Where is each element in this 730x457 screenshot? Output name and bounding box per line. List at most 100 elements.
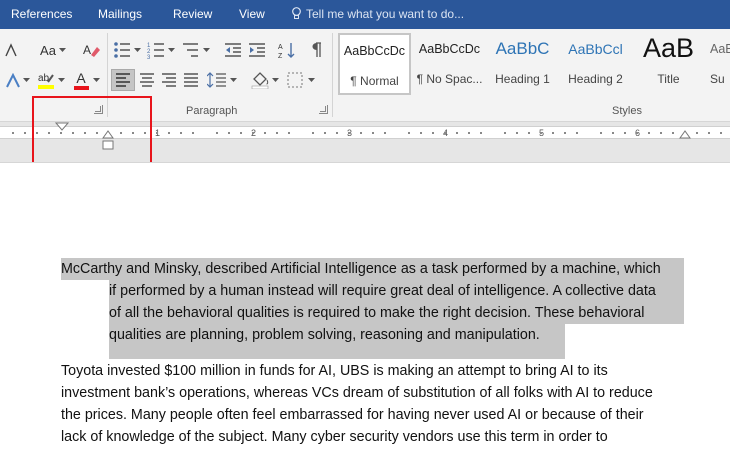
tab-references[interactable]: References [11, 7, 72, 21]
ruler-tick [372, 132, 374, 134]
style-title[interactable]: AaB Title [632, 33, 705, 95]
ruler-tick [24, 132, 26, 134]
borders-button[interactable] [286, 69, 318, 91]
styles-group-label: Styles [612, 105, 642, 117]
chevron-down-icon [58, 47, 66, 52]
numbered-list-icon: 123 [147, 43, 175, 59]
text-effects-button[interactable] [4, 71, 22, 91]
ruler-tick [360, 132, 362, 134]
decrease-indent-icon [225, 43, 241, 57]
ruler-tick [480, 132, 482, 134]
sort-button[interactable]: AZ [276, 39, 298, 61]
paragraph-2-line-3: the prices. Many people often feel embar… [61, 407, 644, 423]
paragraph-2-line-1: Toyota invested $100 million in funds fo… [61, 363, 608, 379]
highlight-color-dropdown[interactable] [57, 75, 65, 85]
tell-me-search[interactable]: Tell me what you want to do... [291, 7, 464, 21]
align-center-button[interactable] [136, 69, 158, 91]
ruler-tick [252, 132, 254, 134]
lightbulb-icon [292, 7, 301, 19]
bullets-button[interactable] [113, 39, 143, 61]
ruler-tick [672, 132, 674, 134]
shrink-font-button[interactable] [4, 41, 18, 59]
text-effects-icon [6, 73, 20, 88]
ruler-tick [540, 132, 542, 134]
style-subtitle[interactable]: AaBbC Su [705, 33, 730, 95]
text-effects-dropdown[interactable] [22, 75, 30, 85]
ruler-tick [432, 132, 434, 134]
style-preview: AaB [642, 33, 695, 63]
svg-text:3: 3 [147, 55, 151, 59]
ruler-tick [288, 132, 290, 134]
ruler-tick [516, 132, 518, 134]
ruler-tick [720, 132, 722, 134]
style-heading-2[interactable]: AaBbCcl Heading 2 [559, 33, 632, 95]
style-name: Su [710, 72, 725, 86]
ruler-tick [384, 132, 386, 134]
ruler-tick [456, 132, 458, 134]
align-right-icon [162, 73, 176, 87]
paragraph-dialog-launcher[interactable] [319, 105, 328, 114]
ruler-tick [504, 132, 506, 134]
ruler-tick [12, 132, 14, 134]
paragraph-1-line-3: of all the behavioral qualities is requi… [109, 302, 684, 324]
align-left-icon [116, 73, 130, 87]
paragraph-2-line-2: investment bank’s operations, whereas VC… [61, 385, 653, 401]
show-hide-marks-button[interactable] [305, 39, 327, 61]
document-page[interactable]: McCarthy and Minsky, described Artificia… [0, 162, 730, 457]
multilevel-list-icon [183, 43, 210, 57]
pilcrow-icon [312, 42, 321, 57]
style-name: ¶ Normal [350, 74, 399, 88]
ruler-tick [564, 132, 566, 134]
ruler-tick [408, 132, 410, 134]
ruler-tick [168, 132, 170, 134]
group-separator [332, 33, 333, 117]
chevron-down-icon [57, 77, 65, 82]
style-normal[interactable]: AaBbCcDc ¶ Normal [338, 33, 411, 95]
bullet-list-icon [114, 42, 141, 58]
align-right-button[interactable] [158, 69, 180, 91]
svg-text:Z: Z [278, 53, 283, 59]
decrease-indent-button[interactable] [222, 39, 244, 61]
style-no-spacing[interactable]: AaBbCcDc ¶ No Spac... [413, 33, 486, 95]
ruler-tick [324, 132, 326, 134]
multilevel-list-button[interactable] [181, 39, 213, 61]
line-spacing-button[interactable] [205, 69, 239, 91]
highlight-color-button[interactable]: ab [36, 69, 56, 91]
paragraph-2-line-4: lack of knowledge of the subject. Many c… [61, 429, 608, 445]
svg-text:ab: ab [38, 73, 50, 84]
clear-formatting-button[interactable]: A [80, 40, 102, 60]
styles-gallery: AaBbCcDc ¶ Normal AaBbCcDc ¶ No Spac... … [338, 33, 730, 95]
shading-button[interactable] [250, 69, 282, 91]
ruler-tick [348, 132, 350, 134]
ruler-tick [444, 132, 446, 134]
tab-view[interactable]: View [239, 7, 265, 21]
line-spacing-icon [207, 72, 237, 88]
ruler-tick [216, 132, 218, 134]
ruler-tick [528, 132, 530, 134]
paragraph-1-line-2: if performed by a human instead will req… [109, 280, 684, 302]
font-size-icon [5, 43, 17, 57]
style-preview: AaBbCcDc [418, 42, 481, 56]
tab-mailings[interactable]: Mailings [98, 7, 142, 21]
numbering-button[interactable]: 123 [146, 39, 178, 61]
ruler-tick [264, 132, 266, 134]
change-case-button[interactable]: Aa [38, 41, 68, 59]
ruler-tick [192, 132, 194, 134]
ruler-tick [612, 132, 614, 134]
align-left-button[interactable] [111, 69, 135, 91]
tab-review[interactable]: Review [173, 7, 212, 21]
style-heading-1[interactable]: AaBbC Heading 1 [486, 33, 559, 95]
ruler-tick [228, 132, 230, 134]
font-color-button[interactable]: A [72, 69, 90, 91]
clear-formatting-icon: A [83, 43, 100, 57]
style-name: Heading 2 [568, 72, 623, 86]
right-indent-marker[interactable] [679, 129, 691, 139]
font-color-letter: A [76, 69, 86, 86]
ruler-tick [648, 132, 650, 134]
ruler-tick [336, 132, 338, 134]
increase-indent-button[interactable] [246, 39, 268, 61]
chevron-down-icon [22, 77, 30, 82]
justify-button[interactable] [180, 69, 202, 91]
font-color-dropdown[interactable] [92, 75, 100, 85]
align-center-icon [140, 73, 154, 87]
